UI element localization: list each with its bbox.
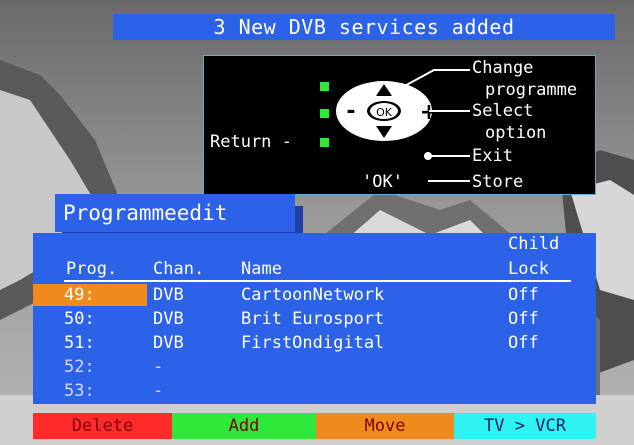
green-key-icon (320, 82, 329, 91)
help-store-label: Store (472, 172, 524, 192)
row-chan: DVB (153, 309, 184, 329)
row-chan: DVB (153, 285, 184, 305)
row-prog: 53: (64, 381, 95, 401)
column-name: Name (241, 259, 282, 279)
row-child-lock: Off (508, 333, 539, 353)
column-chan: Chan. (153, 259, 205, 279)
row-chan: - (153, 357, 164, 377)
svg-text:-: - (346, 99, 355, 124)
row-prog: 50: (64, 309, 95, 329)
row-child-lock: Off (508, 309, 539, 329)
row-chan: - (153, 381, 164, 401)
row-name: Brit Eurosport (241, 309, 385, 329)
add-button[interactable]: Add (172, 413, 316, 439)
menu-title: Programmeedit (55, 194, 295, 232)
column-prog: Prog. (66, 259, 118, 279)
help-ok-key-label: 'OK' (362, 172, 403, 192)
header-divider (64, 280, 571, 282)
help-select-label: Select (472, 101, 534, 121)
help-programme-label: programme (485, 80, 578, 100)
table-row[interactable]: 53: - (33, 380, 596, 402)
green-key-icon (320, 109, 329, 118)
green-key-icon (320, 138, 329, 147)
tv-vcr-button[interactable]: TV > VCR (454, 413, 596, 439)
function-key-bar: Delete Add Move TV > VCR (33, 413, 596, 439)
row-chan: DVB (153, 333, 184, 353)
table-row[interactable]: 52: - (33, 356, 596, 378)
row-prog: 49: (64, 285, 95, 305)
remote-help-panel: OK - + Change programme Select option Re… (203, 55, 596, 195)
table-row[interactable]: 51: DVB FirstOndigital Off (33, 332, 596, 354)
help-option-label: option (485, 123, 547, 143)
help-return-label: Return - (210, 132, 292, 152)
delete-button[interactable]: Delete (33, 413, 172, 439)
column-child-lock-line2: Lock (508, 259, 549, 279)
services-added-banner: 3 New DVB services added (113, 14, 615, 40)
row-prog: 52: (64, 357, 95, 377)
table-row[interactable]: 49: DVB CartoonNetwork Off (33, 284, 596, 306)
row-name: CartoonNetwork (241, 285, 385, 305)
svg-text:OK: OK (376, 106, 393, 119)
row-child-lock: Off (508, 285, 539, 305)
move-button[interactable]: Move (316, 413, 454, 439)
table-row[interactable]: 50: DVB Brit Eurosport Off (33, 308, 596, 330)
column-child-lock-line1: Child (508, 234, 560, 254)
svg-text:+: + (420, 100, 438, 125)
row-prog: 51: (64, 333, 95, 353)
help-change-label: Change (472, 58, 534, 78)
row-name: FirstOndigital (241, 333, 385, 353)
help-exit-label: Exit (472, 146, 513, 166)
